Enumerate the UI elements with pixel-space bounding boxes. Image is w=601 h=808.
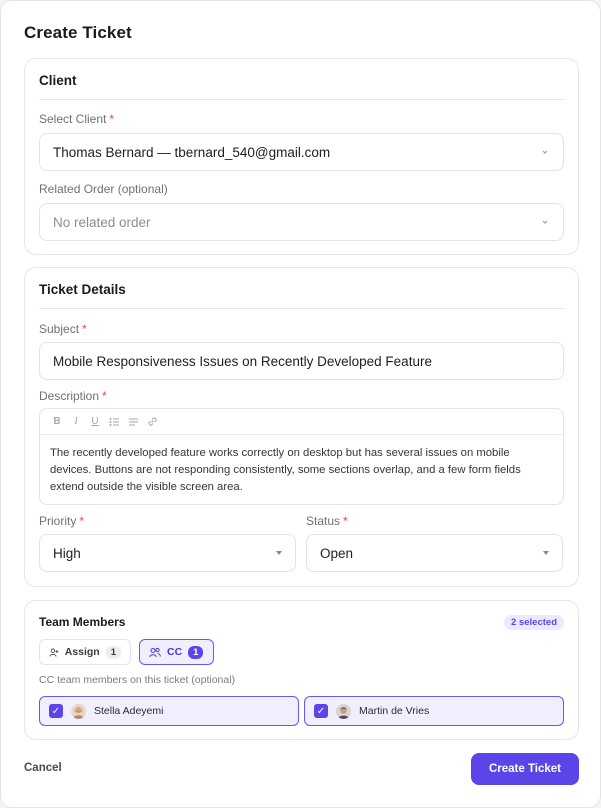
cc-tab[interactable]: CC 1 — [139, 639, 214, 665]
subject-value: Mobile Responsiveness Issues on Recently… — [53, 353, 432, 369]
related-order-dropdown[interactable]: No related order — [39, 203, 564, 241]
italic-icon[interactable]: I — [70, 416, 82, 428]
underline-icon[interactable]: U — [89, 416, 101, 428]
align-icon[interactable] — [127, 416, 139, 428]
priority-value: High — [53, 545, 81, 561]
team-members-title: Team Members — [39, 615, 126, 629]
divider — [39, 99, 564, 100]
cc-hint-text: CC team members on this ticket (optional… — [39, 674, 236, 686]
description-text: The recently developed feature works cor… — [50, 447, 521, 493]
create-ticket-button[interactable]: Create Ticket — [471, 753, 579, 785]
caret-down-icon — [276, 551, 282, 555]
cc-tab-label: CC — [167, 646, 183, 658]
editor-toolbar: B I U — [40, 409, 563, 435]
divider — [39, 308, 564, 309]
avatar — [71, 703, 86, 719]
select-client-value: Thomas Bernard — tbernard_540@gmail.com — [53, 144, 331, 160]
select-client-label: Select Client * — [39, 112, 115, 126]
required-marker: * — [102, 389, 107, 403]
avatar — [336, 703, 351, 719]
description-editor[interactable]: B I U The recently developed feature wor… — [39, 408, 564, 505]
description-label: Description * — [39, 389, 107, 403]
assign-tab-label: Assign — [64, 646, 100, 658]
team-members-card: Team Members 2 selected Assign 1 CC 1 CC… — [24, 600, 579, 740]
required-marker: * — [343, 514, 348, 528]
related-order-label: Related Order (optional) — [39, 182, 168, 196]
assign-user-icon — [49, 648, 59, 657]
assign-count: 1 — [105, 645, 121, 659]
cc-count: 1 — [188, 645, 204, 659]
check-icon[interactable]: ✓ — [49, 704, 63, 718]
client-card-title: Client — [39, 73, 77, 88]
required-marker: * — [109, 112, 115, 126]
bullet-list-icon[interactable] — [108, 416, 120, 428]
cancel-button[interactable]: Cancel — [24, 762, 62, 774]
required-marker: * — [82, 322, 87, 336]
subject-label: Subject * — [39, 322, 87, 336]
related-order-placeholder: No related order — [53, 214, 151, 230]
required-marker: * — [79, 514, 85, 528]
select-client-dropdown[interactable]: Thomas Bernard — tbernard_540@gmail.com — [39, 133, 564, 171]
chevron-down-icon — [542, 150, 548, 154]
status-select[interactable]: Open — [306, 534, 563, 572]
priority-label: Priority * — [39, 514, 85, 528]
assign-tab[interactable]: Assign 1 — [39, 639, 131, 665]
member-name: Stella Adeyemi — [94, 705, 164, 717]
client-card: Client Select Client * Thomas Bernard — t… — [24, 58, 579, 255]
create-ticket-modal: Create Ticket Client Select Client * Thom… — [0, 0, 601, 808]
status-value: Open — [320, 545, 354, 561]
ticket-details-card: Ticket Details Subject * Mobile Responsiv… — [24, 267, 579, 587]
member-name: Martin de Vries — [359, 705, 430, 717]
caret-down-icon — [543, 551, 549, 555]
chevron-down-icon — [542, 220, 548, 224]
check-icon[interactable]: ✓ — [314, 704, 328, 718]
subject-input[interactable]: Mobile Responsiveness Issues on Recently… — [39, 342, 564, 380]
priority-select[interactable]: High — [39, 534, 296, 572]
cc-users-icon — [149, 647, 161, 657]
ticket-details-title: Ticket Details — [39, 282, 126, 297]
link-icon[interactable] — [146, 416, 158, 428]
bold-icon[interactable]: B — [51, 416, 63, 428]
selected-count-badge: 2 selected — [504, 615, 564, 630]
member-option-stella[interactable]: ✓ Stella Adeyemi — [39, 696, 299, 726]
status-label: Status * — [306, 514, 348, 528]
member-option-martin[interactable]: ✓ Martin de Vries — [304, 696, 564, 726]
modal-title: Create Ticket — [24, 23, 132, 42]
